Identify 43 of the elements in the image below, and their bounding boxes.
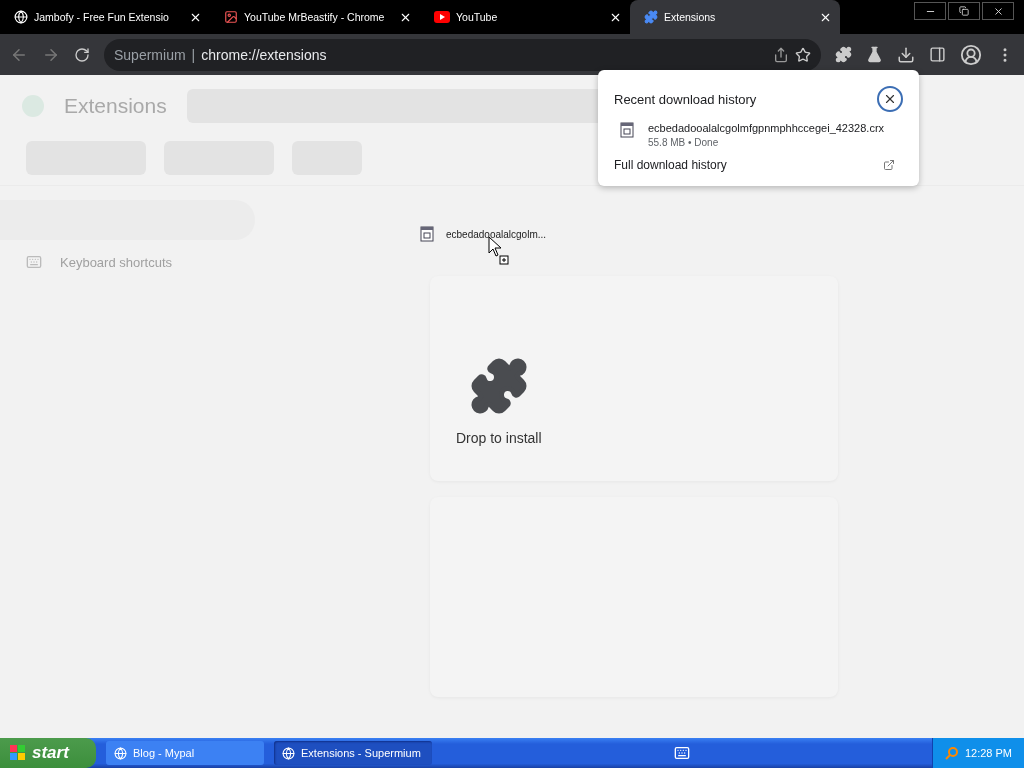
profile-icon[interactable]	[960, 43, 982, 66]
play-icon	[434, 11, 450, 23]
drop-label: Drop to install	[456, 430, 542, 446]
close-icon	[992, 5, 1004, 17]
browser-tab[interactable]: Extensions	[630, 0, 840, 34]
taskbar-button[interactable]: Blog - Mypal	[106, 741, 264, 765]
globe-icon	[114, 746, 127, 760]
file-icon	[620, 122, 634, 138]
separator: |	[191, 46, 196, 63]
close-icon	[883, 92, 897, 106]
windows-logo-icon	[10, 745, 26, 761]
browser-tab[interactable]: Jambofy - Free Fun Extensio	[0, 0, 210, 34]
clock: 12:28 PM	[964, 747, 1012, 759]
file-icon	[420, 226, 434, 242]
popup-title: Recent download history	[614, 91, 757, 107]
side-panel-icon[interactable]	[929, 46, 946, 63]
star-icon[interactable]	[795, 46, 811, 63]
close-button[interactable]	[877, 86, 903, 112]
browser-tab[interactable]: YouTube MrBeastify - Chrome	[210, 0, 420, 34]
download-status: 55.8 MB • Done	[648, 136, 720, 148]
restore-icon	[959, 6, 969, 16]
file-name[interactable]: ecbedadooalalcgolmfgpnmphhccegei_42328.crx	[648, 122, 903, 135]
keyboard-icon[interactable]	[673, 745, 690, 761]
dragged-file-name: ecbedadooalalcgolm...	[446, 228, 547, 240]
image-icon	[224, 10, 238, 24]
reload-icon[interactable]	[74, 46, 90, 63]
start-button[interactable]: start	[0, 738, 96, 768]
flask-icon[interactable]	[866, 46, 883, 63]
page-title: Extensions	[64, 94, 167, 118]
full-history-link[interactable]: Full download history	[614, 157, 727, 172]
globe-icon	[282, 746, 295, 760]
browser-tab[interactable]: YouTube	[420, 0, 630, 34]
external-link-icon[interactable]	[883, 158, 895, 171]
minimize-button[interactable]	[914, 2, 946, 20]
globe-icon	[14, 10, 28, 24]
keyboard-icon	[26, 254, 42, 270]
address-bar[interactable]: Supermium | chrome://extensions	[104, 38, 821, 71]
puzzle-icon	[644, 10, 658, 24]
restore-button[interactable]	[948, 2, 980, 20]
share-icon[interactable]	[773, 46, 789, 63]
taskbar-button[interactable]: Extensions - Supermium	[274, 741, 432, 765]
download-icon[interactable]	[897, 45, 915, 64]
puzzle-icon[interactable]	[835, 46, 852, 63]
